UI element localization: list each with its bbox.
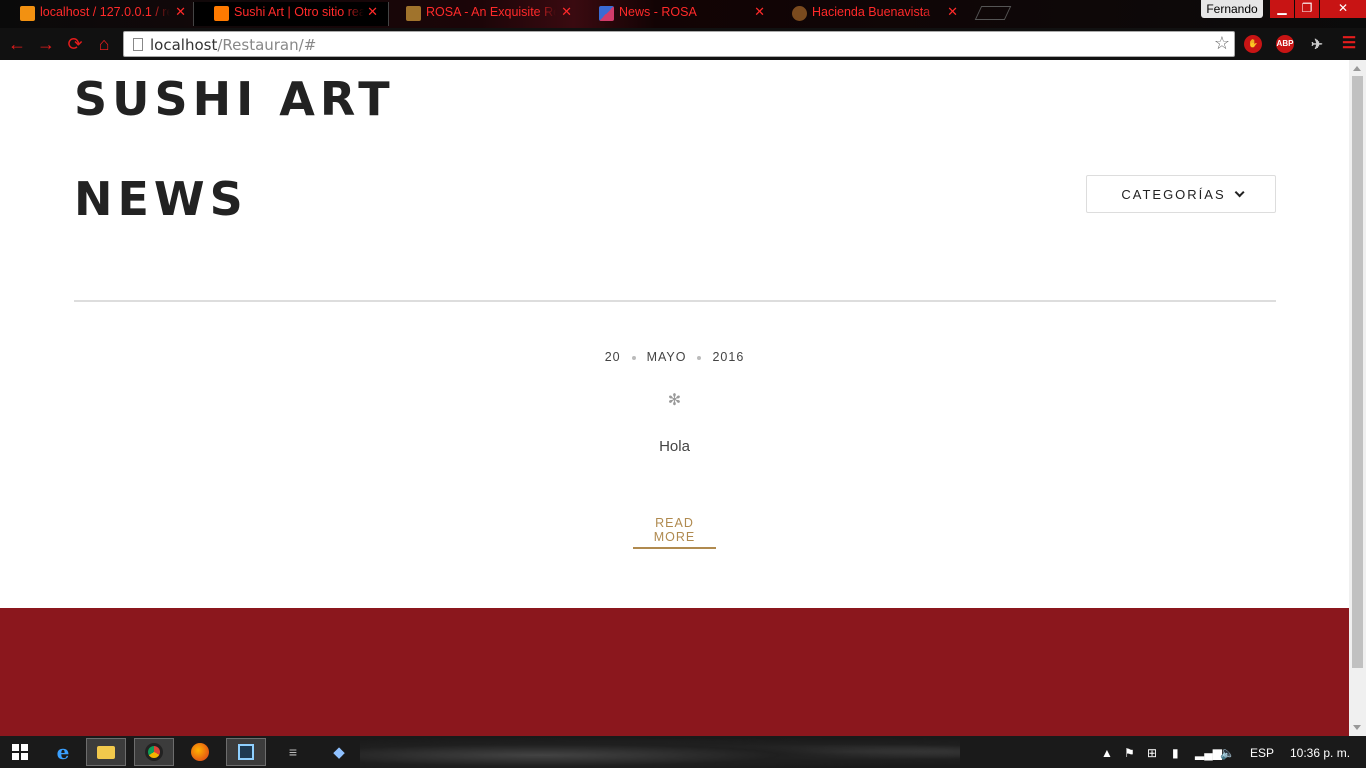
footer-band bbox=[0, 608, 1349, 736]
app-lines-icon[interactable]: ≡ bbox=[273, 738, 313, 766]
tab-news-rosa[interactable]: News - ROSA ✕ bbox=[579, 2, 775, 26]
date-separator-dot bbox=[697, 355, 702, 360]
scrollbar-thumb[interactable] bbox=[1352, 76, 1363, 668]
post-date: 20 MAYO 2016 bbox=[0, 350, 1349, 364]
post-day: 20 bbox=[604, 350, 621, 364]
extension-icon[interactable]: ✈ bbox=[1308, 35, 1326, 53]
date-separator-dot bbox=[631, 355, 636, 360]
home-icon[interactable]: ⌂ bbox=[93, 34, 115, 54]
url-path: /Restauran/# bbox=[217, 36, 317, 54]
close-tab-icon[interactable]: ✕ bbox=[367, 4, 378, 20]
tab-rosa-exquisite[interactable]: ROSA - An Exquisite Resta ✕ bbox=[386, 2, 582, 26]
adblock-plus-icon[interactable]: ABP bbox=[1276, 35, 1294, 53]
start-windows-icon[interactable] bbox=[0, 738, 40, 766]
sushi-art-favicon-icon bbox=[214, 6, 229, 21]
categories-dropdown-button[interactable]: CATEGORÍAS bbox=[1086, 175, 1276, 213]
hacienda-favicon-icon bbox=[792, 6, 807, 21]
browser-tab-strip: localhost / 127.0.0.1 / rest ✕ Sushi Art… bbox=[0, 0, 1366, 28]
back-arrow-icon[interactable]: ← bbox=[6, 34, 28, 54]
tab-phpmyadmin[interactable]: localhost / 127.0.0.1 / rest ✕ bbox=[0, 2, 196, 26]
news-rosa-favicon-icon bbox=[599, 6, 614, 21]
adblock-hand-icon[interactable]: ✋ bbox=[1244, 35, 1262, 53]
page-scrollbar[interactable] bbox=[1349, 60, 1366, 736]
site-brand[interactable]: SUSHI ART bbox=[74, 72, 395, 126]
app-window-icon[interactable] bbox=[226, 738, 266, 766]
page-viewport: SUSHI ART NEWS CATEGORÍAS 20 MAYO 2016 ✻ H… bbox=[0, 60, 1349, 736]
rosa-favicon-icon bbox=[406, 6, 421, 21]
close-window-icon[interactable]: ✕ bbox=[1320, 0, 1366, 18]
new-tab-button[interactable] bbox=[974, 6, 1012, 20]
url-host: localhost bbox=[150, 36, 218, 54]
forward-arrow-icon[interactable]: → bbox=[35, 34, 57, 54]
tab-title: News - ROSA bbox=[619, 5, 697, 19]
windows-taskbar: e ≡ ◆ ▲ ⚑ ⊞ ▮ ▂▄▆ 🔈 ESP 10:36 p. m. bbox=[0, 736, 1366, 768]
file-explorer-icon[interactable] bbox=[86, 738, 126, 766]
close-tab-icon[interactable]: ✕ bbox=[175, 4, 186, 20]
network-signal-icon[interactable]: ▂▄▆ bbox=[1195, 746, 1222, 760]
taskbar-wallpaper bbox=[360, 736, 960, 768]
flag-icon[interactable]: ⚑ bbox=[1124, 746, 1135, 760]
address-bar[interactable]: localhost/Restauran/# ☆ bbox=[123, 31, 1235, 57]
tab-title: localhost / 127.0.0.1 / rest bbox=[40, 5, 170, 19]
close-tab-icon[interactable]: ✕ bbox=[561, 4, 572, 20]
scroll-down-arrow-icon[interactable] bbox=[1353, 725, 1361, 730]
browser-toolbar: ← → ⟳ ⌂ localhost/Restauran/# ☆ ✋ ABP ✈ … bbox=[0, 28, 1366, 60]
ornament-asterisk-icon: ✻ bbox=[667, 392, 682, 409]
tab-title: Sushi Art | Otro sitio realiz bbox=[234, 5, 364, 19]
tab-hacienda-buenavista[interactable]: Hacienda Buenavista ✕ bbox=[772, 2, 968, 26]
firefox-icon[interactable] bbox=[180, 738, 220, 766]
post-excerpt: Hola bbox=[659, 438, 690, 455]
language-indicator[interactable]: ESP bbox=[1250, 746, 1274, 760]
chrome-icon[interactable] bbox=[134, 738, 174, 766]
chevron-down-icon bbox=[1234, 186, 1245, 197]
tab-sushi-art[interactable]: Sushi Art | Otro sitio realiz ✕ bbox=[193, 2, 389, 26]
tray-expand-icon[interactable]: ▲ bbox=[1101, 746, 1113, 760]
internet-explorer-icon[interactable]: e bbox=[43, 738, 83, 766]
windows-tray-icon[interactable]: ⊞ bbox=[1147, 746, 1157, 760]
restore-window-icon[interactable]: ❐ bbox=[1295, 0, 1319, 18]
reload-icon[interactable]: ⟳ bbox=[64, 34, 86, 54]
tab-title: ROSA - An Exquisite Resta bbox=[426, 5, 556, 19]
section-divider bbox=[74, 300, 1276, 302]
app-cube-icon[interactable]: ◆ bbox=[319, 738, 359, 766]
post-year: 2016 bbox=[712, 350, 745, 364]
page-icon bbox=[133, 38, 143, 51]
menu-hamburger-icon[interactable]: ☰ bbox=[1340, 35, 1358, 53]
scroll-up-arrow-icon[interactable] bbox=[1353, 66, 1361, 71]
battery-icon[interactable]: ▮ bbox=[1172, 746, 1179, 760]
profile-button[interactable]: Fernando bbox=[1201, 0, 1263, 18]
clock[interactable]: 10:36 p. m. bbox=[1290, 746, 1350, 760]
volume-icon[interactable]: 🔈 bbox=[1220, 746, 1235, 760]
close-tab-icon[interactable]: ✕ bbox=[947, 4, 958, 20]
categories-label: CATEGORÍAS bbox=[1121, 186, 1226, 202]
post-month: MAYO bbox=[646, 350, 687, 364]
close-tab-icon[interactable]: ✕ bbox=[754, 4, 765, 20]
phpmyadmin-favicon-icon bbox=[20, 6, 35, 21]
address-url[interactable]: localhost/Restauran/# bbox=[150, 36, 316, 54]
tab-title: Hacienda Buenavista bbox=[812, 5, 931, 19]
minimize-window-icon[interactable]: ▁ bbox=[1270, 0, 1294, 18]
bookmark-star-icon[interactable]: ☆ bbox=[1214, 33, 1230, 54]
read-more-link[interactable]: READ MORE bbox=[633, 516, 716, 549]
page-title: NEWS bbox=[74, 172, 248, 226]
